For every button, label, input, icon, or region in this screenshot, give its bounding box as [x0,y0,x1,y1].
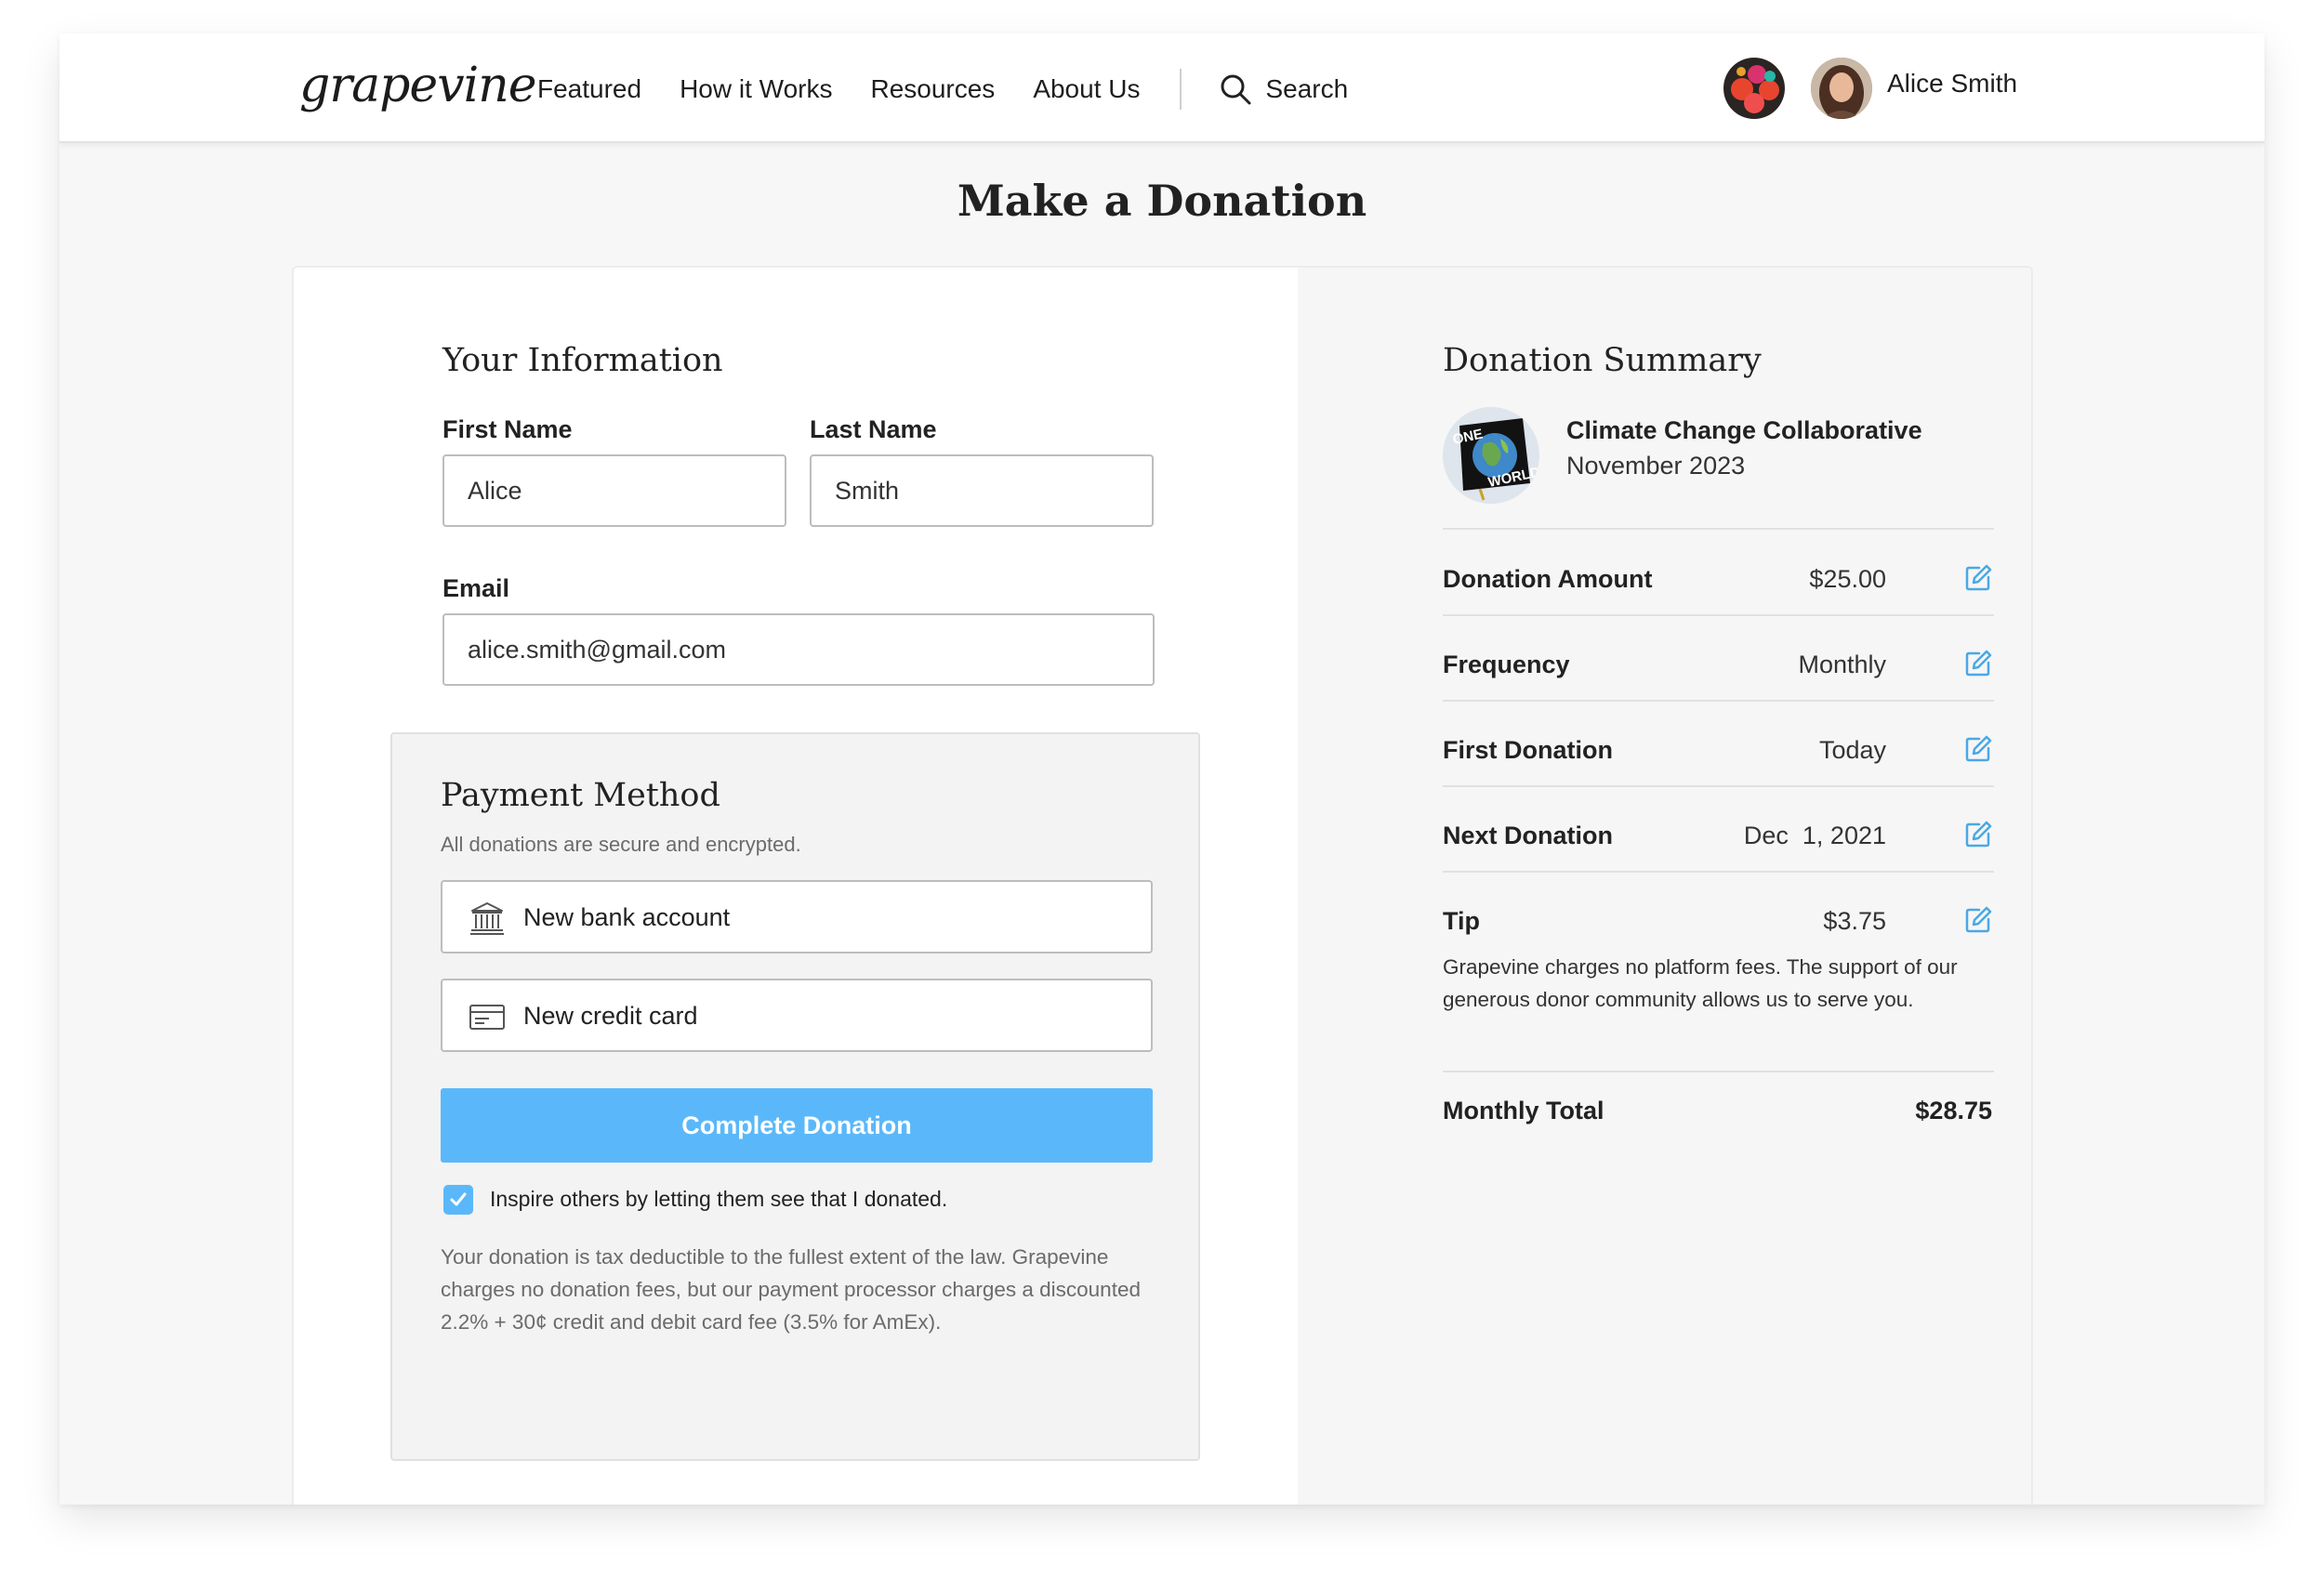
grapevine-logo[interactable]: grapevine [299,58,536,113]
user-name[interactable]: Alice Smith [1887,69,2017,99]
nav-link-how-it-works[interactable]: How it Works [680,74,832,104]
complete-donation-button[interactable]: Complete Donation [441,1088,1153,1163]
search-label: Search [1265,74,1349,103]
email-field[interactable] [442,613,1155,686]
top-nav-bar: grapevine Featured How it Works Resource… [59,33,2265,143]
summary-divider [1443,700,1994,702]
nav-divider [1180,69,1182,110]
search-button[interactable]: Search [1219,72,1348,106]
frequency-label: Frequency [1443,651,1570,678]
first-name-label: First Name [442,415,573,443]
edit-first-donation-icon[interactable] [1964,735,1992,763]
first-name-field[interactable] [442,454,786,527]
your-information-heading: Your Information [442,342,723,379]
summary-divider [1443,614,1994,616]
tax-disclaimer: Your donation is tax deductible to the f… [441,1245,1141,1334]
edit-next-donation-icon[interactable] [1964,821,1992,848]
tip-label: Tip [1443,907,1480,935]
donation-card: Your Information First Name Last Name Em… [292,266,2033,1505]
nav-link-featured[interactable]: Featured [537,74,641,104]
app-window: grapevine Featured How it Works Resource… [59,33,2265,1505]
new-credit-card-label: New credit card [523,1002,698,1030]
email-label: Email [442,574,510,602]
donation-summary-heading: Donation Summary [1443,342,1762,379]
monthly-total-label: Monthly Total [1443,1097,1604,1124]
first-donation-value: Today [1818,736,1886,764]
last-name-label: Last Name [810,415,937,443]
summary-divider [1443,871,1994,873]
summary-divider [1443,528,1994,530]
organization-name: Climate Change Collaborative [1566,416,1922,444]
inspire-others-checkbox[interactable] [443,1185,473,1215]
checkmark-icon [450,1192,467,1206]
summary-divider [1443,1071,1994,1072]
organization-avatar[interactable] [1723,58,1785,119]
next-donation-value: Dec 1, 2021 [1743,822,1886,849]
payment-security-note: All donations are secure and encrypted. [441,833,801,856]
edit-donation-amount-icon[interactable] [1964,564,1992,592]
tip-note: Grapevine charges no platform fees. The … [1443,955,1958,1011]
organization-date: November 2023 [1566,452,1746,480]
donor-form-panel: Your Information First Name Last Name Em… [294,268,1298,1505]
summary-divider [1443,785,1994,787]
main-nav: Featured How it Works Resources About Us… [537,69,1348,110]
monthly-total-value: $28.75 [1915,1097,1992,1124]
page-title: Make a Donation [957,176,1367,226]
first-donation-label: First Donation [1443,736,1613,764]
search-icon [1221,74,1251,105]
last-name-field[interactable] [810,454,1154,527]
donation-amount-value: $25.00 [1809,565,1886,593]
edit-tip-icon[interactable] [1964,906,1992,934]
nav-link-resources[interactable]: Resources [870,74,995,104]
frequency-value: Monthly [1798,651,1886,678]
next-donation-label: Next Donation [1443,822,1614,849]
edit-frequency-icon[interactable] [1964,650,1992,677]
donation-amount-label: Donation Amount [1443,565,1653,593]
inspire-others-label[interactable]: Inspire others by letting them see that … [490,1187,947,1212]
new-credit-card-option[interactable]: New credit card [441,979,1153,1052]
new-bank-account-label: New bank account [523,903,731,931]
organization-logo: ONE WORLD [1443,407,1539,504]
payment-method-heading: Payment Method [441,777,720,814]
payment-method-panel: Payment Method All donations are secure … [390,732,1200,1461]
user-avatar[interactable] [1811,58,1872,119]
nav-link-about-us[interactable]: About Us [1033,74,1140,104]
tip-value: $3.75 [1823,907,1886,935]
bank-icon [470,902,504,935]
credit-card-icon [469,1005,505,1030]
new-bank-account-option[interactable]: New bank account [441,880,1153,953]
